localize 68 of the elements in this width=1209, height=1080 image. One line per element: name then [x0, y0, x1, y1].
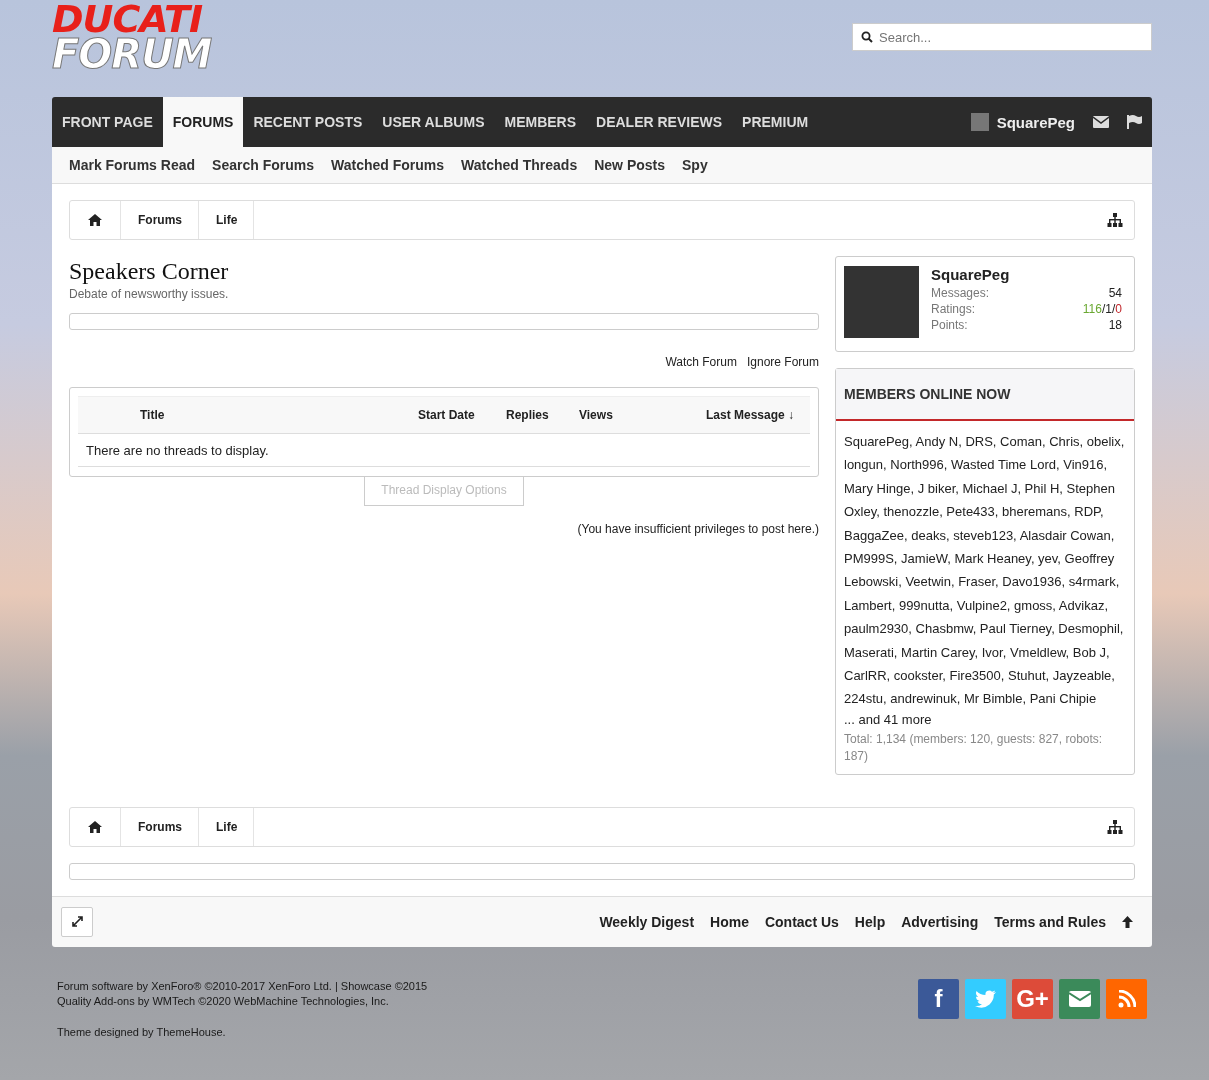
- empty-message: There are no threads to display.: [78, 434, 810, 467]
- copyright-text: Forum software by XenForo® ©2010-2017 XenForo Ltd. | Showcase ©2015: [57, 978, 428, 994]
- expand-arrows-icon: [71, 916, 83, 928]
- nav-tab[interactable]: FRONT PAGE: [52, 97, 163, 147]
- column-header[interactable]: Views: [579, 408, 706, 422]
- sitemap-icon[interactable]: [1107, 213, 1123, 227]
- subnav-link[interactable]: Watched Forums: [331, 157, 445, 173]
- footer-link[interactable]: Advertising: [901, 913, 979, 930]
- column-header[interactable]: Last Message ↓: [705, 408, 810, 422]
- forum-title: Speakers Corner: [69, 258, 230, 285]
- panel-heading: MEMBERS ONLINE NOW: [836, 369, 1134, 421]
- breadcrumb-link[interactable]: Life: [199, 201, 255, 239]
- footer-link[interactable]: Contact Us: [764, 913, 839, 930]
- profile-name[interactable]: SquarePeg: [931, 266, 1122, 283]
- subnav-link[interactable]: Search Forums: [212, 157, 314, 173]
- forum-description: Debate of newsworthy issues.: [69, 287, 230, 301]
- footer-link[interactable]: Terms and Rules: [994, 913, 1106, 930]
- nav-tab[interactable]: USER ALBUMS: [372, 97, 495, 147]
- breadcrumb-link[interactable]: Life: [199, 807, 255, 846]
- nav-tab[interactable]: DEALER REVIEWS: [586, 97, 733, 147]
- forum-action-link[interactable]: Ignore Forum: [746, 355, 819, 369]
- stat-label: Points:: [931, 317, 968, 333]
- google-button[interactable]: G+: [1012, 978, 1053, 1019]
- flag-icon[interactable]: [1127, 115, 1142, 129]
- forum-action-link[interactable]: Watch Forum: [665, 355, 737, 369]
- envelope-icon[interactable]: [1093, 116, 1109, 128]
- online-total: Total: 1,134 (members: 120, guests: 827, robots: 187): [844, 730, 1104, 765]
- subnav-link[interactable]: Spy: [682, 157, 708, 173]
- nav-tab[interactable]: MEMBERS: [494, 97, 587, 147]
- sitemap-icon[interactable]: [1107, 819, 1123, 834]
- copyright-text: Quality Add-ons by WMTech ©2020 WebMachine Technologies, Inc.: [57, 993, 390, 1009]
- more-members-link[interactable]: ... and 41 more: [844, 710, 1126, 729]
- stat-value: 54: [1108, 285, 1122, 301]
- facebook-button[interactable]: f: [918, 978, 959, 1019]
- stat-value: 116/1/0: [1082, 301, 1122, 317]
- nav-tab[interactable]: RECENT POSTS: [243, 97, 373, 147]
- nav-tab[interactable]: PREMIUM: [732, 97, 819, 147]
- member-list: SquarePeg, Andy N, DRS, Coman, Chris, obelix, longun, North996, Wasted Time Lord, Vin916, Mary Hinge, J biker, Michael J, Phil H, Stephen Oxley, thenozzle, Pete433, bheremans, RDP, BaggaZee, deaks, steveb123, Alasdair Cowan, PM999S, JamieW, Mark Heaney, yev, Geoffrey Lebowski, Veetwin, Fraser, Davo1936, s4rmark, Lambert, 999nutta, Vulpine2, gmoss, Advikaz, paulm2930, Chasbmw, Paul Tierney, Desmophil, Maserati, Martin Carey, Ivor, Vmeldlew, Bob J, CarlRR, cookster, Fire3500, Stuhut, Jayzeable, 224stu, andrewinuk, Mr Bimble, Pani Chipie: [844, 430, 1126, 711]
- up-arrow-icon[interactable]: [1122, 915, 1133, 928]
- footer-link[interactable]: Home: [710, 913, 749, 930]
- breadcrumb-link[interactable]: Forums: [121, 201, 199, 239]
- stat-label: Messages:: [931, 285, 990, 301]
- avatar-icon: [970, 113, 989, 131]
- column-header[interactable]: Replies: [506, 408, 579, 422]
- bird-icon: [974, 989, 997, 1008]
- rss-button[interactable]: [1106, 978, 1147, 1019]
- subnav-link[interactable]: New Posts: [594, 157, 665, 173]
- home-icon: [88, 820, 102, 833]
- rss-icon: [1117, 989, 1136, 1008]
- email-button[interactable]: [1059, 978, 1100, 1019]
- stat-value: 18: [1108, 317, 1122, 333]
- envelope-icon: [1068, 990, 1091, 1007]
- column-header[interactable]: Start Date: [418, 408, 506, 422]
- expand-button[interactable]: [61, 906, 93, 937]
- nav-tab[interactable]: FORUMS: [162, 97, 244, 147]
- footer-link[interactable]: Weekly Digest: [599, 913, 695, 930]
- subnav-link[interactable]: Mark Forums Read: [69, 157, 196, 173]
- search-field[interactable]: Search...: [852, 23, 1152, 51]
- breadcrumb-link[interactable]: Forums: [121, 807, 199, 846]
- user-menu[interactable]: SquarePeg: [970, 97, 1085, 147]
- footer-link[interactable]: Help: [854, 913, 886, 930]
- column-header[interactable]: Title: [78, 408, 418, 422]
- stat-label: Ratings:: [931, 301, 976, 317]
- home-icon: [88, 214, 102, 226]
- subnav-link[interactable]: Watched Threads: [461, 157, 578, 173]
- copyright-text: Theme designed by ThemeHouse.: [57, 1024, 227, 1040]
- privilege-notice: (You have insufficient privileges to post here.): [576, 522, 819, 536]
- twitter-button[interactable]: [965, 978, 1006, 1019]
